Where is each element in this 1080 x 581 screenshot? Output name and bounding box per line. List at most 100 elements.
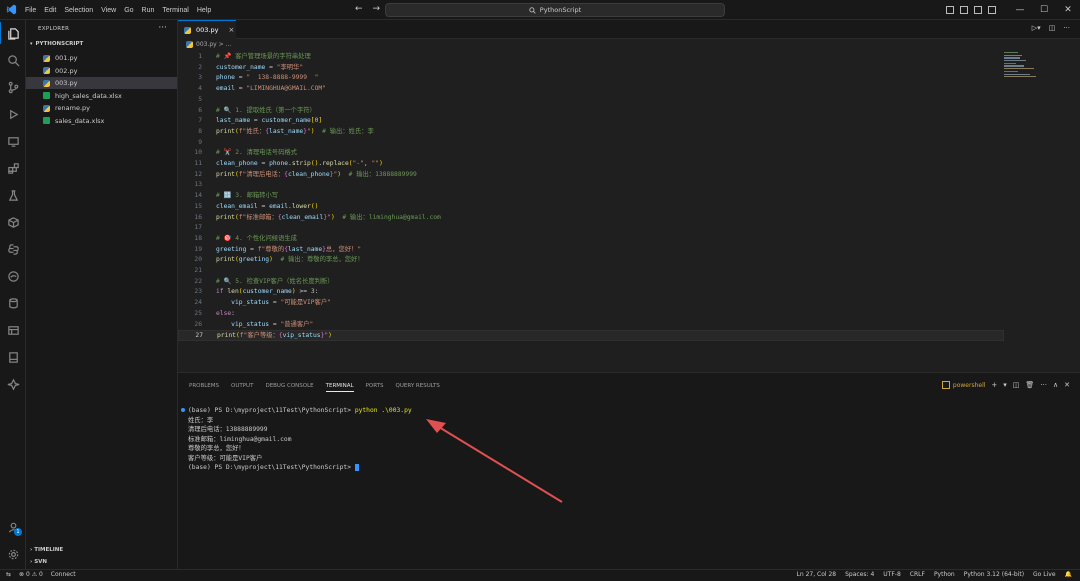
run-debug-icon[interactable] <box>0 103 26 125</box>
settings-gear-icon[interactable] <box>0 543 26 565</box>
menu-help[interactable]: Help <box>197 7 211 14</box>
toggle-secondary-sidebar-icon[interactable] <box>988 6 996 14</box>
problems-status[interactable]: ⊗ 0 ⚠ 0 <box>19 571 43 578</box>
forward-arrow-icon[interactable]: → <box>373 4 381 14</box>
code-line[interactable]: 19 greeting = f"尊敬的{last_name}总，您好！" <box>178 245 1008 256</box>
end-of-line[interactable]: CRLF <box>910 571 925 578</box>
explorer-more-icon[interactable]: ··· <box>158 23 167 33</box>
bookmark-icon[interactable] <box>0 346 26 368</box>
terminal-dropdown-icon[interactable]: ▾ <box>1003 381 1007 389</box>
timeline-section[interactable]: › TIMELINE <box>30 547 63 553</box>
tab-problems[interactable]: PROBLEMS <box>189 383 219 392</box>
search-view-icon[interactable] <box>0 49 26 71</box>
account-icon[interactable]: 1 <box>0 516 26 538</box>
extensions-icon[interactable] <box>0 157 26 179</box>
source-control-icon[interactable] <box>0 76 26 98</box>
code-line[interactable]: 8 print(f"姓氏：{last_name}") # 输出：姓氏：李 <box>178 127 1008 138</box>
code-line[interactable]: 1 # 📌 客户管理场景的字符串处理 <box>178 52 1008 63</box>
tab-debug-console[interactable]: DEBUG CONSOLE <box>265 383 313 392</box>
menu-view[interactable]: View <box>101 7 116 14</box>
code-line[interactable]: 5 <box>178 95 1008 106</box>
file-item-rename[interactable]: rename.py <box>26 102 177 114</box>
code-line[interactable]: 20 print(greeting) # 输出：尊敬的李总，您好！ <box>178 255 1008 266</box>
add-terminal-icon[interactable]: + <box>991 381 997 389</box>
svn-section[interactable]: › SVN <box>30 559 47 565</box>
code-line[interactable]: 17 <box>178 223 1008 234</box>
close-panel-icon[interactable]: ✕ <box>1064 381 1070 389</box>
breadcrumb[interactable]: 003.py > ... <box>186 41 231 48</box>
maximize-button[interactable]: ☐ <box>1032 5 1056 15</box>
language-mode[interactable]: Python <box>934 571 955 578</box>
code-line[interactable]: 7 last_name = customer_name[0] <box>178 116 1008 127</box>
file-item-high-sales[interactable]: high_sales_data.xlsx <box>26 90 177 102</box>
file-item-001[interactable]: 001.py <box>26 52 177 64</box>
menu-selection[interactable]: Selection <box>64 7 93 14</box>
code-line[interactable]: 6 # 🔍 1. 提取姓氏（第一个字符） <box>178 106 1008 117</box>
more-actions-icon[interactable]: ··· <box>1063 24 1070 32</box>
database-icon[interactable] <box>0 292 26 314</box>
code-line[interactable]: 24 vip_status = "可能是VIP客户" <box>178 298 1008 309</box>
command-center-search[interactable]: PythonScript <box>385 3 725 17</box>
tab-003-py[interactable]: 003.py × <box>178 20 236 39</box>
back-arrow-icon[interactable]: ← <box>355 4 363 14</box>
code-line[interactable]: 9 <box>178 138 1008 149</box>
run-file-icon[interactable]: ▷▾ <box>1032 24 1041 32</box>
file-item-sales-data[interactable]: sales_data.xlsx <box>26 115 177 127</box>
code-line[interactable]: 18 # 🎯 4. 个性化问候语生成 <box>178 234 1008 245</box>
indentation[interactable]: Spaces: 4 <box>845 571 874 578</box>
encoding[interactable]: UTF-8 <box>883 571 901 578</box>
code-line[interactable]: 22 # 🔍 5. 检查VIP客户（姓名长度判断） <box>178 277 1008 288</box>
code-line[interactable]: 3 phone = " 138-8888-9999 " <box>178 73 1008 84</box>
maximize-panel-icon[interactable]: ∧ <box>1053 381 1058 389</box>
file-item-003[interactable]: 003.py <box>26 77 177 89</box>
split-editor-icon[interactable]: ◫ <box>1049 24 1056 32</box>
tab-output[interactable]: OUTPUT <box>231 383 253 392</box>
more-actions-icon[interactable]: ··· <box>1040 381 1047 389</box>
shell-selector[interactable]: powershell <box>941 381 985 389</box>
testing-icon[interactable] <box>0 184 26 206</box>
notifications-bell-icon[interactable]: 🔔 <box>1065 571 1072 578</box>
python-interpreter[interactable]: Python 3.12 (64-bit) <box>964 571 1024 578</box>
copilot-icon[interactable] <box>0 373 26 395</box>
split-terminal-icon[interactable]: ◫ <box>1013 381 1020 389</box>
file-item-002[interactable]: 002.py <box>26 65 177 77</box>
code-line[interactable]: 21 <box>178 266 1008 277</box>
explorer-icon[interactable] <box>0 22 26 44</box>
code-line[interactable]: 27 print(f"客户等级：{vip_status}") <box>178 330 1004 341</box>
gallery-icon[interactable] <box>0 319 26 341</box>
code-line[interactable]: 2 customer_name = "李明华" <box>178 63 1008 74</box>
code-line[interactable]: 4 email = "LIMINGHUA@GMAIL.COM" <box>178 84 1008 95</box>
tab-ports[interactable]: PORTS <box>366 383 384 392</box>
close-tab-icon[interactable]: × <box>228 26 234 34</box>
edge-devtools-icon[interactable] <box>0 265 26 287</box>
code-line[interactable]: 23 if len(customer_name) >= 3: <box>178 287 1008 298</box>
code-line[interactable]: 25 else: <box>178 309 1008 320</box>
layout-icon[interactable] <box>946 6 954 14</box>
docker-icon[interactable] <box>0 211 26 233</box>
close-button[interactable]: ✕ <box>1056 5 1080 15</box>
remote-explorer-icon[interactable] <box>0 130 26 152</box>
folder-pythonscript[interactable]: ▾ PYTHONSCRIPT <box>30 41 83 47</box>
code-line[interactable]: 12 print(f"清理后电话：{clean_phone}") # 输出：138… <box>178 170 1008 181</box>
cursor-position[interactable]: Ln 27, Col 28 <box>797 571 837 578</box>
code-line[interactable]: 11 clean_phone = phone.strip().replace("-… <box>178 159 1008 170</box>
menu-run[interactable]: Run <box>142 7 155 14</box>
code-line[interactable]: 14 # 🔡 3. 邮箱转小写 <box>178 191 1008 202</box>
menu-go[interactable]: Go <box>124 7 133 14</box>
menu-terminal[interactable]: Terminal <box>162 7 188 14</box>
tab-terminal[interactable]: TERMINAL <box>325 383 354 392</box>
minimize-button[interactable]: — <box>1008 5 1032 15</box>
go-live-button[interactable]: Go Live <box>1033 571 1055 578</box>
toggle-panel-icon[interactable] <box>974 6 982 14</box>
code-line[interactable]: 10 # ✂️ 2. 清理电话号码格式 <box>178 148 1008 159</box>
python-icon[interactable] <box>0 238 26 260</box>
code-line[interactable]: 13 <box>178 180 1008 191</box>
minimap[interactable] <box>1004 52 1044 92</box>
trash-icon[interactable]: 🗑 <box>1025 381 1034 389</box>
code-line[interactable]: 15 clean_email = email.lower() <box>178 202 1008 213</box>
connect-status[interactable]: Connect <box>51 571 76 578</box>
menu-edit[interactable]: Edit <box>44 7 56 14</box>
tab-query-results[interactable]: QUERY RESULTS <box>396 383 440 392</box>
menu-file[interactable]: File <box>25 7 36 14</box>
remote-indicator-icon[interactable]: ⇆ <box>6 571 11 578</box>
